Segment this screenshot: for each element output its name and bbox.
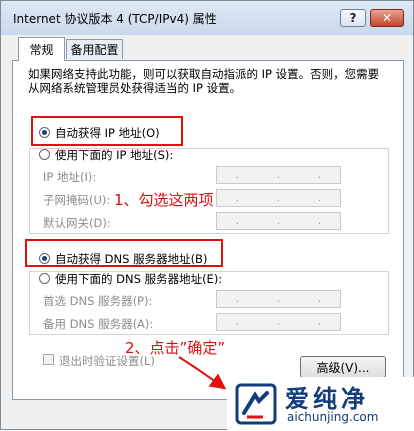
description-text: 如果网络支持此功能，则可以获取自动指派的 IP 设置。否则，您需要从网络系统管理…	[28, 67, 380, 95]
default-gateway-field[interactable]: ...	[216, 212, 341, 230]
window-title: Internet 协议版本 4 (TCP/IPv4) 属性	[13, 12, 217, 26]
tab-general[interactable]: 常规	[18, 37, 65, 61]
manual-dns-radio[interactable]	[39, 273, 50, 284]
subnet-mask-label: 子网掩码(U):	[43, 193, 111, 207]
annotation-step2: 2、点击”确定”	[125, 339, 226, 357]
default-gateway-label: 默认网关(D):	[43, 216, 111, 230]
title-bar: Internet 协议版本 4 (TCP/IPv4) 属性 ? ✕	[1, 1, 413, 35]
watermark-logo: 爱纯净 aichunjing.com	[227, 377, 414, 431]
alternate-dns-field[interactable]: ...	[216, 313, 341, 331]
highlight-auto-dns	[25, 239, 223, 267]
subnet-mask-field[interactable]: ...	[216, 189, 341, 207]
alternate-dns-label: 备用 DNS 服务器(A):	[43, 317, 154, 331]
watermark-domain: aichunjing.com	[287, 410, 379, 424]
validate-checkbox[interactable]	[43, 354, 54, 365]
preferred-dns-label: 首选 DNS 服务器(P):	[43, 294, 153, 308]
tab-alternate-config[interactable]: 备用配置	[66, 39, 123, 59]
highlight-auto-ip	[31, 116, 183, 146]
close-button[interactable]: ✕	[370, 9, 404, 27]
manual-ip-label: 使用下面的 IP 地址(S):	[55, 148, 174, 162]
ip-address-field[interactable]: ...	[216, 166, 341, 184]
manual-dns-label: 使用下面的 DNS 服务器地址(E):	[55, 272, 223, 286]
logo-mark-icon	[235, 383, 277, 425]
ipv4-properties-dialog: Internet 协议版本 4 (TCP/IPv4) 属性 ? ✕ 常规 备用配…	[0, 0, 414, 431]
annotation-step1: 1、勾选这两项	[114, 191, 214, 209]
help-button[interactable]: ?	[340, 9, 366, 27]
advanced-button[interactable]: 高级(V)...	[300, 356, 386, 378]
preferred-dns-field[interactable]: ...	[216, 290, 341, 308]
manual-ip-radio[interactable]	[39, 149, 50, 160]
watermark-brand: 爱纯净	[285, 385, 369, 413]
ip-address-label: IP 地址(I):	[43, 170, 97, 184]
